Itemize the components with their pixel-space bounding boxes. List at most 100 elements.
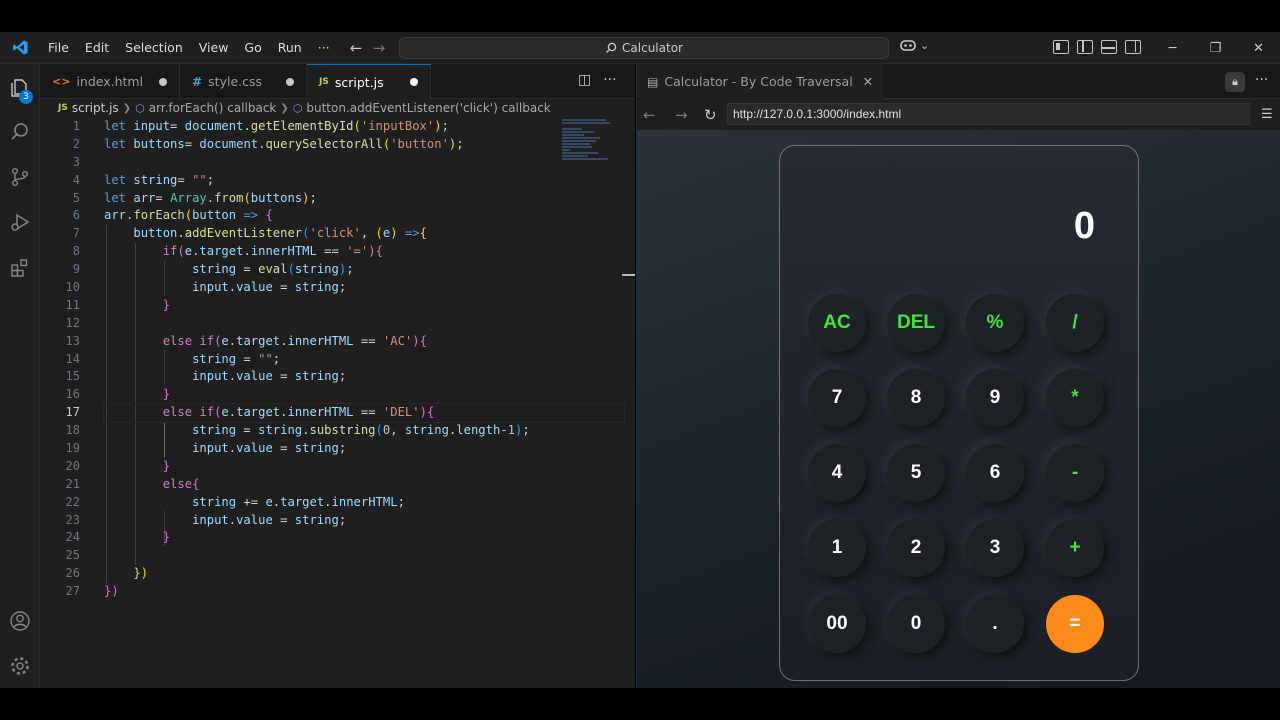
breadcrumb-symbol-1[interactable]: arr.forEach() callback <box>149 101 277 115</box>
more-actions-icon[interactable]: ··· <box>603 72 616 88</box>
more-actions-icon[interactable]: ··· <box>1255 72 1268 88</box>
code-line[interactable]: string = string.substring(0, string.leng… <box>104 422 624 440</box>
forward-arrow-icon[interactable]: → <box>366 32 392 64</box>
code-line[interactable]: input.value = string; <box>104 440 624 458</box>
tab-calculator-preview[interactable]: ▤ Calculator - By Code Traversal ✕ <box>637 64 884 99</box>
code-line[interactable]: let string= ""; <box>104 172 624 190</box>
code-line[interactable]: input.value = string; <box>104 512 624 530</box>
calc-key[interactable]: DEL <box>887 294 945 352</box>
code-line[interactable]: } <box>104 458 624 476</box>
code-line[interactable] <box>104 547 624 565</box>
copilot-button[interactable]: ⌄ <box>899 38 929 52</box>
menu-edit[interactable]: Edit <box>77 32 117 64</box>
calc-key[interactable]: 00 <box>808 595 866 653</box>
code-token: 'DEL' <box>382 405 420 420</box>
code-line[interactable]: } <box>104 297 624 315</box>
calc-key[interactable]: 5 <box>887 444 945 502</box>
code-line[interactable]: string = eval(string); <box>104 261 624 279</box>
code-token: eval <box>258 262 288 277</box>
breadcrumb-symbol-2[interactable]: button.addEventListener('click') callbac… <box>306 101 550 115</box>
code-line[interactable] <box>104 315 624 333</box>
tab-index-html[interactable]: <> index.html <box>40 64 181 99</box>
code-token: - <box>500 423 508 438</box>
restore-icon[interactable]: ❐ <box>1194 32 1237 64</box>
calc-key[interactable]: 6 <box>966 444 1024 502</box>
menu-more[interactable]: ··· <box>310 32 338 64</box>
menu-run[interactable]: Run <box>270 32 310 64</box>
forward-arrow-icon[interactable]: → <box>675 106 688 124</box>
lock-icon[interactable]: 🔒︎ <box>1225 72 1245 92</box>
close-window-icon[interactable]: ✕ <box>1237 32 1280 64</box>
unsaved-dot-icon[interactable] <box>286 77 295 86</box>
calc-key[interactable]: 4 <box>808 444 866 502</box>
tab-style-css[interactable]: # style.css <box>180 64 308 99</box>
calc-key[interactable]: 1 <box>808 519 866 577</box>
code-line[interactable]: }) <box>104 565 624 583</box>
accounts-icon[interactable] <box>0 603 40 639</box>
minimize-icon[interactable]: ─ <box>1151 32 1194 64</box>
menu-selection[interactable]: Selection <box>117 32 191 64</box>
split-editor-icon[interactable]: ◫ <box>578 72 591 88</box>
calc-key[interactable]: % <box>966 294 1024 352</box>
code-line[interactable]: } <box>104 386 624 404</box>
code-line[interactable]: string = ""; <box>104 351 624 369</box>
calc-key[interactable]: - <box>1046 444 1104 502</box>
menu-go[interactable]: Go <box>236 32 269 64</box>
code-line[interactable]: else{ <box>104 476 624 494</box>
code-line[interactable]: input.value = string; <box>104 368 624 386</box>
code-line[interactable]: else if(e.target.innerHTML == 'DEL'){ <box>103 403 625 424</box>
code-line[interactable]: arr.forEach(button => { <box>104 207 624 225</box>
menu-icon[interactable]: ☰ <box>1261 107 1273 122</box>
code-line[interactable]: string += e.target.innerHTML; <box>104 494 624 512</box>
extensions-icon[interactable] <box>0 250 40 286</box>
calc-key[interactable]: 8 <box>887 369 945 427</box>
calc-key[interactable]: . <box>966 595 1024 653</box>
code-line[interactable]: let buttons= document.querySelectorAll('… <box>104 136 624 154</box>
calc-key[interactable]: = <box>1046 595 1104 653</box>
customize-layout-icon[interactable] <box>1053 40 1069 54</box>
run-debug-icon[interactable] <box>0 204 40 240</box>
code-line[interactable]: button.addEventListener('click', (e) =>{ <box>104 225 624 243</box>
calc-key[interactable]: 7 <box>808 369 866 427</box>
calculator-display[interactable] <box>800 186 1095 266</box>
calc-key[interactable]: AC <box>808 294 866 352</box>
toggle-primary-sidebar-icon[interactable] <box>1077 40 1093 54</box>
code-line[interactable]: if(e.target.innerHTML == '='){ <box>104 243 624 261</box>
toggle-secondary-sidebar-icon[interactable] <box>1125 40 1141 54</box>
code-line[interactable] <box>104 154 624 172</box>
reload-icon[interactable]: ↻ <box>704 106 717 124</box>
breadcrumb-file[interactable]: script.js <box>72 101 119 115</box>
calc-key[interactable]: 0 <box>887 595 945 653</box>
manage-gear-icon[interactable] <box>0 648 40 684</box>
minimap[interactable] <box>562 119 622 169</box>
code-line[interactable]: } <box>104 529 624 547</box>
search-icon[interactable] <box>0 114 40 150</box>
calc-key[interactable]: + <box>1046 519 1104 577</box>
calc-key[interactable]: 2 <box>887 519 945 577</box>
unsaved-dot-icon[interactable] <box>159 77 168 86</box>
menu-view[interactable]: View <box>191 32 237 64</box>
menu-file[interactable]: File <box>40 32 77 64</box>
calc-key[interactable]: / <box>1046 294 1104 352</box>
toggle-panel-icon[interactable] <box>1101 40 1117 54</box>
back-arrow-icon[interactable]: ← <box>643 106 656 124</box>
calc-key[interactable]: 9 <box>966 369 1024 427</box>
line-number: 23 <box>65 512 80 527</box>
tab-script-js[interactable]: JS script.js <box>307 64 431 99</box>
source-control-icon[interactable] <box>0 159 40 195</box>
code-line[interactable]: else if(e.target.innerHTML == 'AC'){ <box>104 333 624 351</box>
url-input[interactable]: http://127.0.0.1:3000/index.html <box>727 103 1250 125</box>
command-center-search[interactable]: Calculator <box>399 37 889 59</box>
code-editor[interactable]: 1 2 3 4 5 6 7 8 9 10 11 12 13 14 15 16 17 18 19 20 21 22 23 24 2… <box>40 117 635 688</box>
calc-key[interactable]: 3 <box>966 519 1024 577</box>
code-line[interactable]: let arr= Array.from(buttons); <box>104 190 624 208</box>
calc-key[interactable]: * <box>1046 369 1104 427</box>
explorer-icon[interactable]: 3 <box>0 70 40 106</box>
code-token: value <box>236 280 273 295</box>
code-line[interactable]: }) <box>104 583 624 601</box>
close-tab-icon[interactable]: ✕ <box>863 74 873 89</box>
code-line[interactable]: input.value = string; <box>104 279 624 297</box>
code-lines[interactable]: let input= document.getElementById('inpu… <box>103 118 625 601</box>
code-line[interactable]: let input= document.getElementById('inpu… <box>104 118 624 136</box>
unsaved-dot-icon[interactable] <box>409 78 418 86</box>
